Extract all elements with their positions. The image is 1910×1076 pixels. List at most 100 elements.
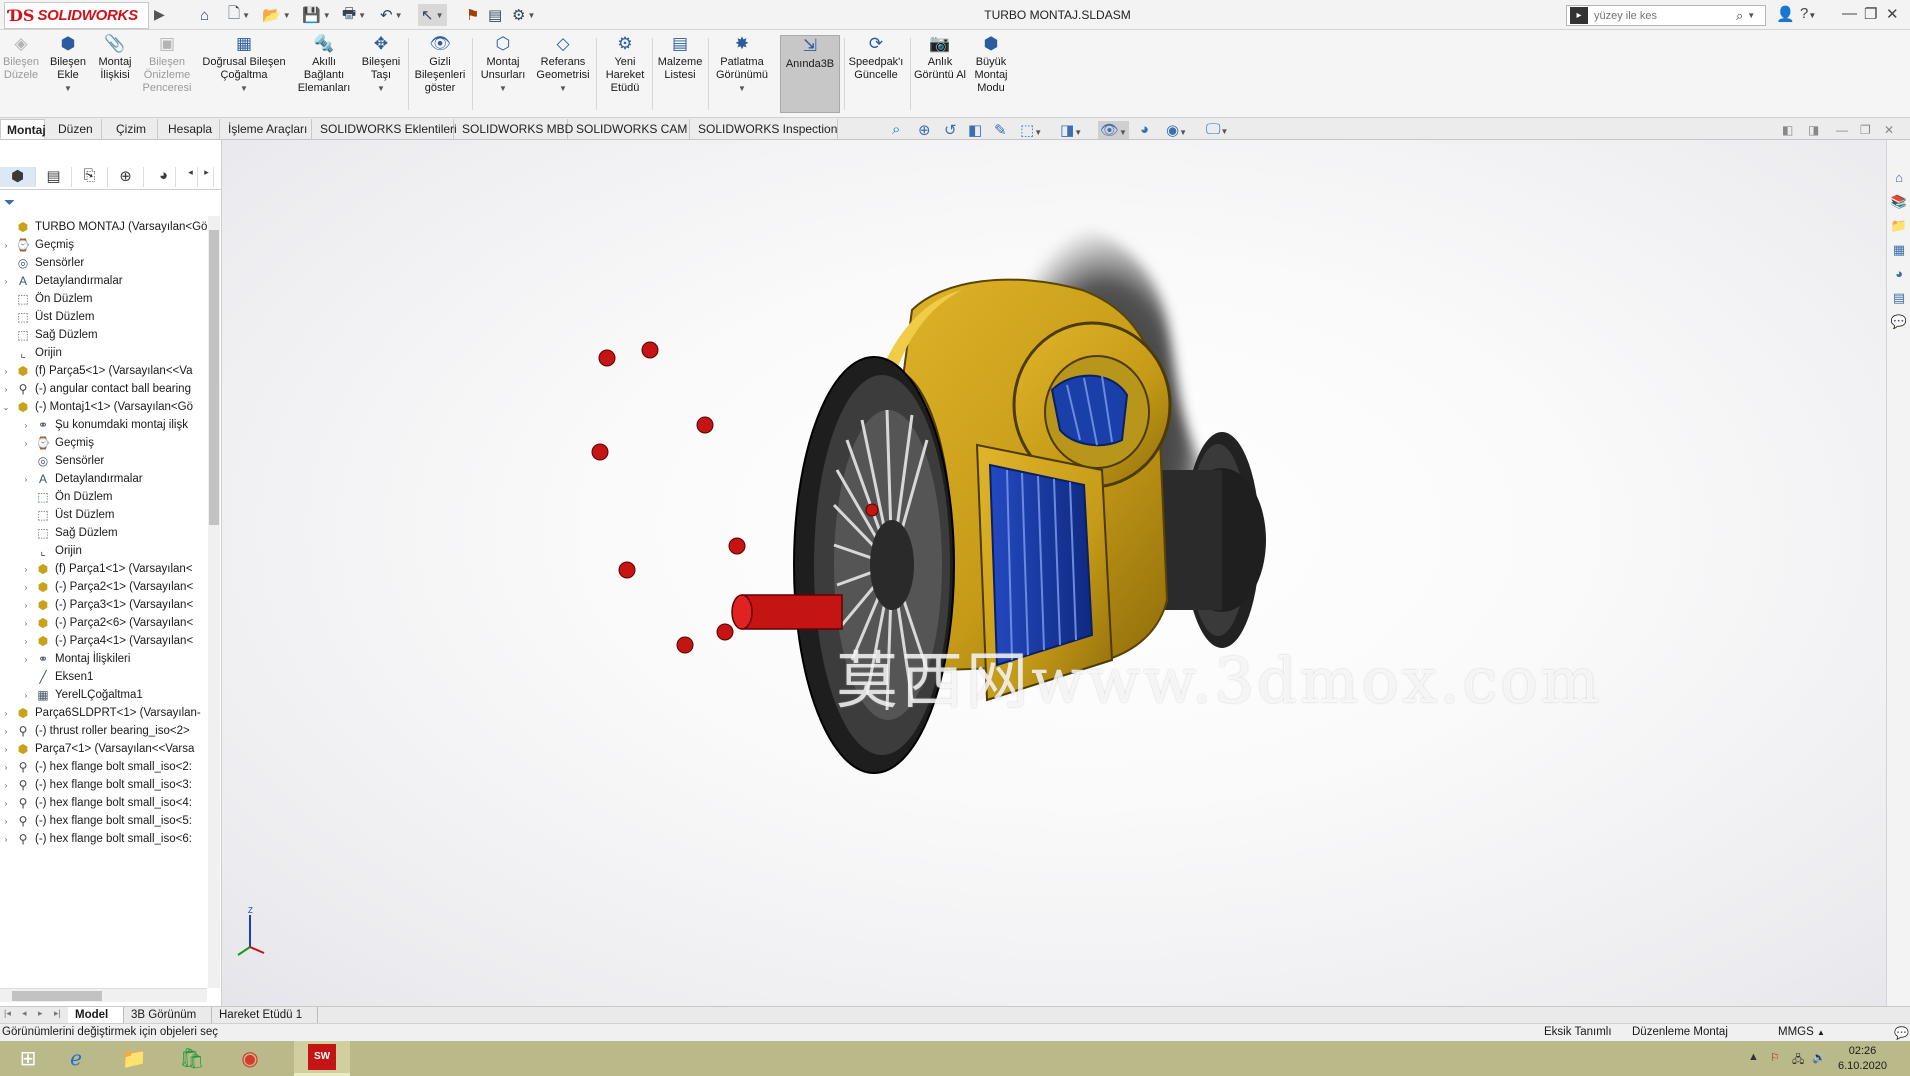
dimxpert-tab-icon[interactable]: ⊕ xyxy=(108,167,144,187)
bill-of-materials-button[interactable]: ▤ Malzeme Listesi xyxy=(654,34,706,82)
filter-icon[interactable]: ⏷ xyxy=(4,194,15,211)
view-palette-icon[interactable]: ▦ xyxy=(1890,242,1908,260)
expand-icon[interactable]: › xyxy=(0,829,12,850)
search-input[interactable] xyxy=(1594,9,1734,22)
tree-scrollbar[interactable] xyxy=(208,216,220,988)
tray-security-icon[interactable]: ⚐ xyxy=(1770,1051,1780,1064)
smart-fasteners-button[interactable]: 🔩 Akıllı Bağlantı Elemanları xyxy=(294,34,354,95)
tab-3d-view[interactable]: 3B Görünüm xyxy=(124,1007,212,1023)
solidworks-logo[interactable]: ƊS SOLIDWORKS xyxy=(4,2,149,29)
custom-properties-icon[interactable]: ▤ xyxy=(1890,290,1908,308)
configurationmanager-tab-icon[interactable]: ⎘ xyxy=(72,167,108,187)
select-icon[interactable]: ↖ ▼ xyxy=(418,4,447,26)
scrollbar-thumb[interactable] xyxy=(209,230,219,525)
previous-view-icon[interactable]: ↺ xyxy=(944,121,957,139)
save-icon[interactable]: 💾 ▼ xyxy=(302,4,331,26)
chrome-icon[interactable]: ◉ xyxy=(222,1041,278,1076)
scroll-left-icon[interactable]: ◂ xyxy=(184,167,198,187)
design-library-icon[interactable]: 📚 xyxy=(1890,194,1908,212)
displaymanager-tab-icon[interactable]: ◕ xyxy=(152,167,176,187)
zoom-to-fit-icon[interactable]: ⌕ xyxy=(892,121,900,138)
options-icon[interactable]: ⚙ ▼ xyxy=(512,4,535,26)
doc-close-icon[interactable]: ✕ xyxy=(1884,123,1894,137)
tab-cam[interactable]: SOLIDWORKS CAM xyxy=(570,119,690,139)
internet-explorer-icon[interactable]: ℯ xyxy=(48,1041,104,1076)
volume-icon[interactable]: 🔊 xyxy=(1812,1051,1826,1064)
assembly-model[interactable] xyxy=(222,140,1886,1006)
edit-component-button[interactable]: ◈ Bileşen Düzele xyxy=(2,34,40,82)
section-view-icon[interactable]: ◧ xyxy=(968,121,982,139)
featuremanager-tab-icon[interactable]: ⬢ xyxy=(0,167,36,187)
tile-right-icon[interactable]: ◨ xyxy=(1808,123,1819,137)
search-dropdown-icon[interactable]: ▼ xyxy=(1747,11,1755,20)
insert-component-button[interactable]: ⬢ Bileşen Ekle ▼ xyxy=(44,34,92,95)
undo-icon[interactable]: ↶ ▼ xyxy=(380,4,403,26)
rebuild-icon[interactable]: ⚑ xyxy=(466,4,479,26)
search-icon[interactable]: ⌕ xyxy=(1736,8,1743,24)
tab-addins[interactable]: SOLIDWORKS Eklentileri xyxy=(314,119,457,139)
forum-icon[interactable]: 💬 xyxy=(1890,314,1908,332)
tab-assembly[interactable]: Montaj xyxy=(0,119,46,139)
unit-system[interactable]: MMGS ▲ xyxy=(1778,1026,1825,1038)
large-assembly-mode-button[interactable]: ⬢ Büyük Montaj Modu xyxy=(968,34,1014,95)
close-icon[interactable]: ✕ xyxy=(1886,5,1899,23)
hide-show-items-icon[interactable]: 👁▼ xyxy=(1098,121,1129,139)
propertymanager-tab-icon[interactable]: ▤ xyxy=(36,167,72,187)
doc-restore-icon[interactable]: ❐ xyxy=(1860,123,1871,137)
move-component-button[interactable]: ✥ Bileşeni Taşı ▼ xyxy=(358,34,404,95)
component-preview-button[interactable]: ▣ Bileşen Önizleme Penceresi xyxy=(140,34,194,95)
appearances-icon[interactable]: ◕ xyxy=(1890,266,1908,284)
tab-evaluate[interactable]: Hesapla xyxy=(162,119,220,139)
next-tab-icon[interactable]: ▸ xyxy=(38,1008,43,1019)
edit-appearance-icon[interactable]: ◕ xyxy=(1140,121,1149,138)
status-chat-icon[interactable]: 💬 xyxy=(1894,1026,1909,1040)
apply-scene-icon[interactable]: ◉▼ xyxy=(1166,121,1187,139)
scroll-right-icon[interactable]: ▸ xyxy=(200,167,214,187)
dynamic-annotation-icon[interactable]: ✎ xyxy=(994,121,1007,139)
user-icon[interactable]: 👤 xyxy=(1776,5,1795,23)
new-document-icon[interactable]: 🗋 ▼ xyxy=(228,4,250,26)
file-explorer-taskbar-icon[interactable]: 📁 xyxy=(106,1041,162,1076)
search-commands-icon[interactable]: ▸ xyxy=(1570,7,1588,24)
show-hidden-components-button[interactable]: 👁 Gizli Bileşenleri göster xyxy=(412,34,468,95)
help-icon[interactable]: ?▼ xyxy=(1800,5,1816,22)
prev-tab-icon[interactable]: ◂ xyxy=(22,1008,27,1019)
exploded-view-button[interactable]: ✸ Patlatma Görünümü ▼ xyxy=(710,34,774,95)
reference-geometry-button[interactable]: ◇ Referans Geometrisi ▼ xyxy=(534,34,592,95)
menu-expand-icon[interactable]: ▶ xyxy=(154,6,165,23)
home-icon[interactable]: ⌂ xyxy=(200,4,209,26)
solidworks-resources-icon[interactable]: ⌂ xyxy=(1890,170,1908,188)
view-settings-icon[interactable]: 🖵▼ xyxy=(1206,121,1228,138)
search-box[interactable]: ▸ ⌕ ▼ xyxy=(1566,5,1766,26)
linear-pattern-button[interactable]: ▦ Doğrusal Bileşen Çoğaltma ▼ xyxy=(198,34,290,95)
print-icon[interactable]: 🖶 ▼ xyxy=(342,4,366,26)
take-snapshot-button[interactable]: 📷 Anlık Görüntü Al xyxy=(914,34,966,82)
network-icon[interactable]: 🖧 xyxy=(1792,1051,1804,1070)
horizontal-scrollbar-thumb[interactable] xyxy=(12,991,102,1001)
view-orientation-icon[interactable]: ⬚▼ xyxy=(1020,121,1042,139)
tree-item[interactable]: › ⚲ (-) hex flange bolt small_iso<6: xyxy=(0,828,207,850)
store-icon[interactable]: 🛍 xyxy=(164,1041,220,1076)
tile-left-icon[interactable]: ◧ xyxy=(1782,123,1793,137)
tab-layout[interactable]: Düzen xyxy=(52,119,102,139)
tab-mbd[interactable]: SOLIDWORKS MBD xyxy=(456,119,573,139)
display-style-icon[interactable]: ◨▼ xyxy=(1060,121,1082,139)
first-tab-icon[interactable]: |◂ xyxy=(4,1008,11,1019)
file-properties-icon[interactable]: ▤ xyxy=(488,4,502,26)
instant3d-button[interactable]: ⇲ Anında3B xyxy=(780,35,840,113)
tray-expand-icon[interactable]: ▲ xyxy=(1748,1051,1759,1063)
mate-button[interactable]: 📎 Montaj İlişkisi xyxy=(94,34,136,82)
clock[interactable]: 02:26 6.10.2020 xyxy=(1838,1044,1887,1074)
open-icon[interactable]: 📂 ▼ xyxy=(262,4,291,26)
update-speedpak-button[interactable]: ⟳ Speedpak'ı Güncelle xyxy=(846,34,906,82)
solidworks-taskbar-icon[interactable]: SW xyxy=(294,1041,350,1076)
restore-icon[interactable]: ❐ xyxy=(1864,5,1877,23)
tab-sketch[interactable]: Çizim xyxy=(110,119,158,139)
tree-horizontal-scrollbar[interactable] xyxy=(0,988,207,1002)
minimize-icon[interactable]: — xyxy=(1842,5,1857,22)
graphics-area[interactable]: 莫西网www.3dmox.com xyxy=(222,140,1886,1006)
tab-inspection[interactable]: SOLIDWORKS Inspection xyxy=(692,119,838,139)
file-explorer-icon[interactable]: 📁 xyxy=(1890,218,1908,236)
assembly-features-button[interactable]: ⬡ Montaj Unsurları ▼ xyxy=(476,34,530,95)
zoom-to-area-icon[interactable]: ⊕ xyxy=(918,121,931,139)
